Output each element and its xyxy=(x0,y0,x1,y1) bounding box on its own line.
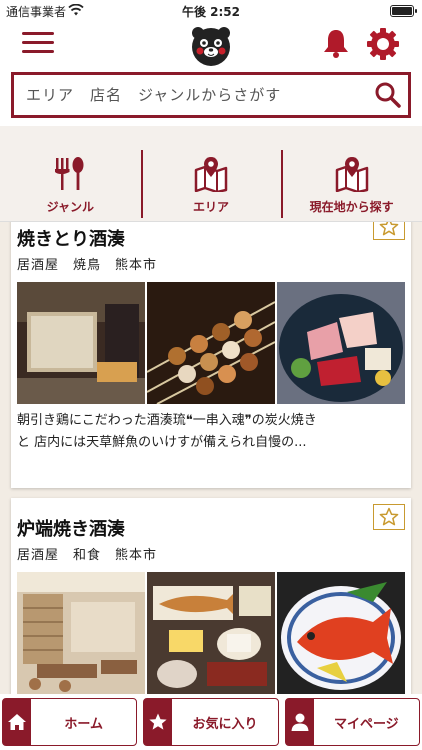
kinmedai-fish-photo xyxy=(277,572,405,694)
shop-exterior-photo xyxy=(17,282,145,404)
nav-mypage-label: マイページ xyxy=(333,716,399,732)
bell-icon[interactable] xyxy=(320,27,352,59)
star-icon xyxy=(144,699,173,745)
nav-home-label: ホーム xyxy=(64,716,103,732)
nav-mypage-button[interactable]: マイページ xyxy=(284,698,420,746)
nav-favorites-label: お気に入り xyxy=(192,716,258,732)
favorite-star-button[interactable] xyxy=(373,222,405,240)
favorite-star-button[interactable] xyxy=(373,504,405,530)
map-pin-icon xyxy=(194,157,228,192)
status-bar: 通信事業者 午後 2:52 xyxy=(0,0,422,22)
star-icon xyxy=(379,507,399,526)
battery-icon xyxy=(390,5,417,17)
category-area[interactable]: エリア xyxy=(140,126,282,221)
category-area-label: エリア xyxy=(193,200,230,214)
category-genre[interactable]: ジャンル xyxy=(0,126,141,221)
search-icon[interactable] xyxy=(368,75,408,115)
shop-name: 炉端焼き酒湊 xyxy=(17,519,125,540)
shop-tags: 居酒屋 和食 熊本市 xyxy=(17,548,158,563)
category-current-location-label: 現在地から探す xyxy=(309,200,394,214)
shop-photos[interactable] xyxy=(17,572,405,694)
shop-description-line: と 店内には天草鮮魚のいけすが備えられ自慢の... xyxy=(17,435,307,450)
nav-favorites-button[interactable]: お気に入り xyxy=(143,698,279,746)
gear-icon[interactable] xyxy=(366,27,400,61)
clock: 午後 2:52 xyxy=(181,5,241,19)
shop-card[interactable]: 炉端焼き酒湊 居酒屋 和食 熊本市 xyxy=(11,498,411,694)
sashimi-platter-photo xyxy=(277,282,405,404)
shop-description-line: 朝引き鶏にこだわった酒湊琉❝一串入魂❞の炭火焼き xyxy=(17,413,317,428)
app-header xyxy=(0,22,422,68)
shop-interior-photo xyxy=(17,572,145,694)
shop-tags: 居酒屋 焼鳥 熊本市 xyxy=(17,258,158,273)
search-box xyxy=(11,72,411,118)
category-genre-label: ジャンル xyxy=(46,200,95,214)
shop-description: 朝引き鶏にこだわった酒湊琉❝一串入魂❞の炭火焼き と 店内には天草鮮魚のいけすが… xyxy=(17,410,405,454)
shop-photos[interactable] xyxy=(17,282,405,404)
star-icon xyxy=(379,222,399,236)
fork-spoon-icon xyxy=(55,157,84,190)
hamburger-menu-icon[interactable] xyxy=(22,32,54,56)
person-icon xyxy=(285,699,314,745)
search-area xyxy=(0,68,422,126)
shop-card[interactable]: 焼きとり酒湊 居酒屋 焼鳥 熊本市 朝引き鶏にこだわった酒湊琉❝一串入魂❞の炭火… xyxy=(11,222,411,488)
shop-name: 焼きとり酒湊 xyxy=(17,229,125,250)
home-icon xyxy=(3,699,31,745)
map-pin-icon xyxy=(335,157,368,192)
search-input[interactable] xyxy=(14,75,368,115)
grilled-fish-photo xyxy=(147,572,275,694)
nav-home-button[interactable]: ホーム xyxy=(2,698,138,746)
shop-feed[interactable]: 焼きとり酒湊 居酒屋 焼鳥 熊本市 朝引き鶏にこだわった酒湊琉❝一串入魂❞の炭火… xyxy=(0,222,422,694)
category-current-location[interactable]: 現在地から探す xyxy=(281,126,422,221)
category-bar: ジャンル エリア 現在地から探す xyxy=(0,126,422,222)
kumamon-mascot-logo[interactable] xyxy=(189,23,233,67)
yakitori-skewers-photo xyxy=(147,282,275,404)
bottom-nav: ホーム お気に入り マイページ xyxy=(0,694,422,750)
